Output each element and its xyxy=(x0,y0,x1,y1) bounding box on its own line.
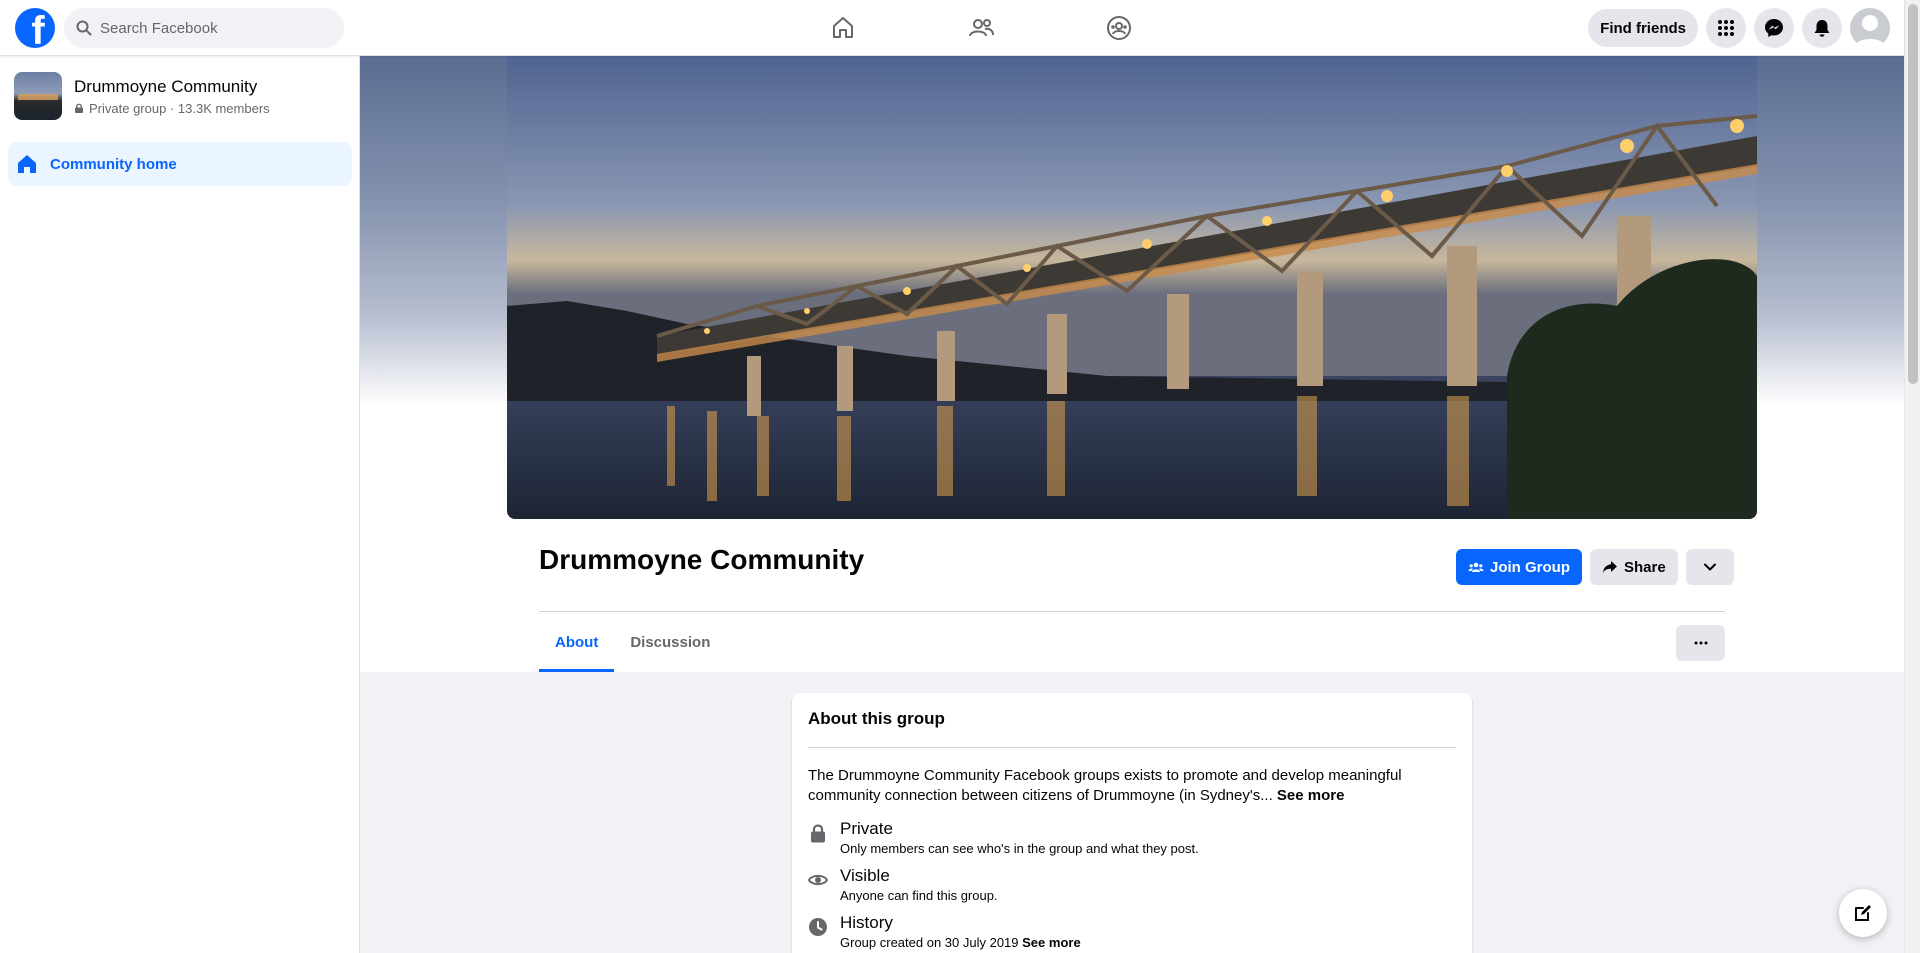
search-input[interactable] xyxy=(100,19,320,37)
group-tabs: About Discussion xyxy=(539,612,726,672)
group-meta: Drummoyne Community Private group · 13.3… xyxy=(74,77,270,116)
clock-icon xyxy=(809,918,827,936)
messenger-button[interactable] xyxy=(1754,8,1794,48)
messenger-icon xyxy=(1765,19,1783,37)
see-more-link[interactable]: See more xyxy=(1277,787,1345,804)
join-group-button[interactable]: Join Group xyxy=(1456,549,1582,585)
scrollbar-thumb[interactable] xyxy=(1908,4,1918,384)
share-arrow-icon xyxy=(1603,561,1617,573)
info-private: Private Only members can see who's in th… xyxy=(808,819,1199,856)
info-history-title: History xyxy=(840,913,893,932)
sidebar-group-name[interactable]: Drummoyne Community xyxy=(74,77,270,97)
separator: · xyxy=(166,100,178,116)
group-subtitle: Private group · 13.3K members xyxy=(74,101,270,116)
nav-tab-home[interactable] xyxy=(774,0,912,56)
more-options-dropdown-button[interactable] xyxy=(1685,549,1734,585)
main-nav-tabs xyxy=(774,0,1188,56)
search-box[interactable] xyxy=(64,8,344,48)
group-thumbnail[interactable] xyxy=(14,72,62,120)
info-visible: Visible Anyone can find this group. xyxy=(808,866,998,903)
about-divider xyxy=(808,747,1456,748)
info-visible-subtitle: Anyone can find this group. xyxy=(840,888,998,903)
tabs-more-button[interactable] xyxy=(1676,625,1725,661)
menu-grid-icon xyxy=(1718,20,1734,36)
top-navigation-bar: f Find friends xyxy=(0,0,1904,56)
page-title: Drummoyne Community xyxy=(539,544,865,575)
info-private-subtitle: Only members can see who's in the group … xyxy=(840,841,1199,856)
new-message-button[interactable] xyxy=(1839,889,1887,937)
group-people-icon xyxy=(1468,562,1484,572)
ellipsis-icon xyxy=(1694,641,1707,645)
sidebar-group-header[interactable]: Drummoyne Community Private group · 13.3… xyxy=(14,72,270,120)
info-history-subtitle: Group created on 30 July 2019 See more xyxy=(840,935,1081,950)
left-sidebar: Drummoyne Community Private group · 13.3… xyxy=(0,56,360,953)
chevron-down-icon xyxy=(1703,563,1716,571)
user-silhouette-icon xyxy=(1854,15,1886,48)
groups-icon xyxy=(1107,16,1131,40)
search-icon xyxy=(76,20,92,36)
nav-tab-friends[interactable] xyxy=(912,0,1050,56)
menu-button[interactable] xyxy=(1706,8,1746,48)
share-label: Share xyxy=(1624,558,1666,576)
notifications-icon xyxy=(1814,20,1830,37)
group-actions: Join Group Share xyxy=(1456,549,1734,585)
profile-avatar[interactable] xyxy=(1850,8,1890,48)
home-icon xyxy=(18,155,36,173)
eye-icon xyxy=(808,874,828,886)
about-description: The Drummoyne Community Facebook groups … xyxy=(808,766,1456,806)
group-members-count: 13.3K members xyxy=(177,100,270,116)
about-card-title: About this group xyxy=(808,709,945,728)
tab-discussion[interactable]: Discussion xyxy=(614,612,726,672)
about-group-card: About this group The Drummoyne Community… xyxy=(792,693,1472,953)
notifications-button[interactable] xyxy=(1802,8,1842,48)
lock-icon xyxy=(75,103,83,113)
page-scrollbar[interactable] xyxy=(1904,0,1920,953)
info-visible-title: Visible xyxy=(840,866,890,885)
cover-photo[interactable] xyxy=(507,56,1757,519)
info-private-title: Private xyxy=(840,819,893,838)
compose-icon xyxy=(1855,905,1871,921)
friends-icon xyxy=(969,19,994,37)
nav-tab-groups[interactable] xyxy=(1050,0,1188,56)
lock-icon xyxy=(811,824,825,843)
facebook-logo[interactable]: f xyxy=(15,8,55,48)
group-header: Drummoyne Community Join Group Share Abo… xyxy=(360,56,1904,672)
history-created-text: Group created on 30 July 2019 xyxy=(840,935,1019,950)
sidebar-item-label: Community home xyxy=(50,155,177,173)
sidebar-item-community-home[interactable]: Community home xyxy=(8,142,352,186)
tab-about[interactable]: About xyxy=(539,612,615,672)
top-right-actions: Find friends xyxy=(1588,8,1890,48)
history-see-more-link[interactable]: See more xyxy=(1022,935,1081,950)
group-privacy-label: Private group xyxy=(89,100,167,116)
join-group-label: Join Group xyxy=(1490,558,1570,576)
info-history: History Group created on 30 July 2019 Se… xyxy=(808,913,1081,950)
share-button[interactable]: Share xyxy=(1590,549,1678,585)
find-friends-button[interactable]: Find friends xyxy=(1588,9,1698,47)
home-icon xyxy=(833,17,853,38)
bridge-cover-image xyxy=(507,56,1757,519)
